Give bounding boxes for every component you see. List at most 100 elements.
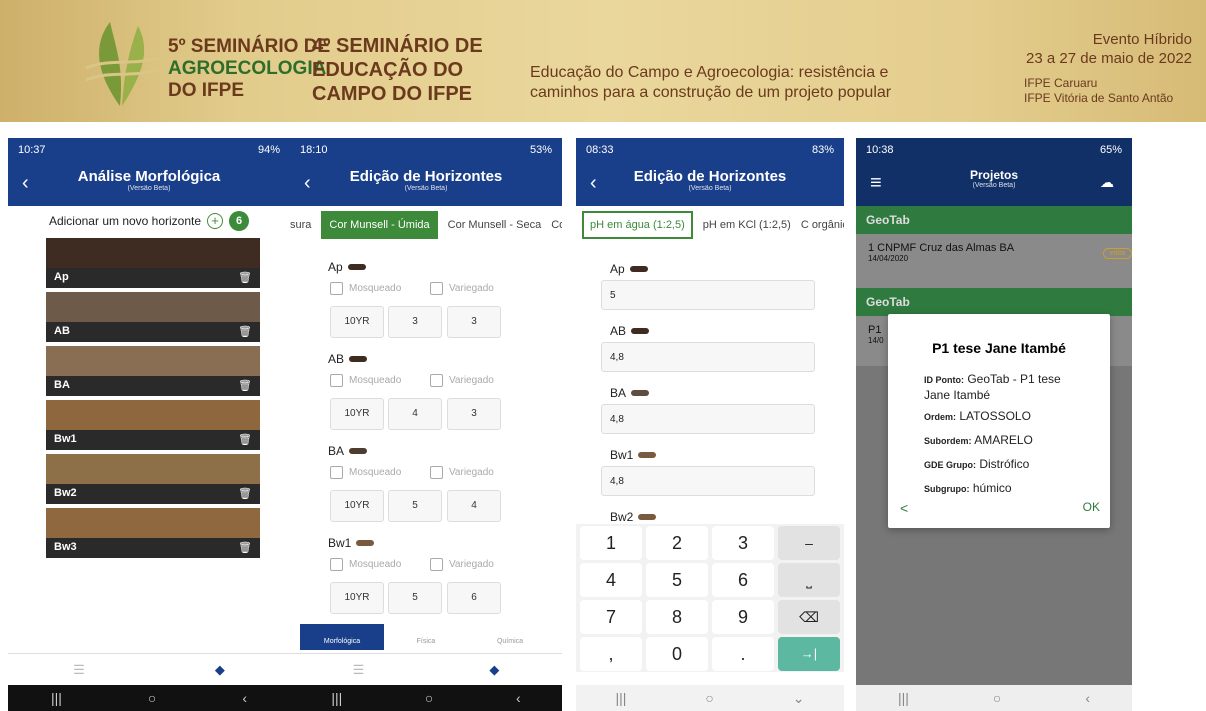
ph-value-field[interactable]: 4,8 — [601, 342, 815, 372]
share-icon[interactable]: < — [900, 500, 908, 516]
tab-ph-agua[interactable]: pH em água (1:2,5) — [582, 211, 693, 239]
munsell-hue-field[interactable]: 10YR — [330, 490, 384, 522]
checkbox-box[interactable] — [330, 374, 343, 387]
home-icon[interactable]: ○ — [993, 690, 1001, 706]
add-icon[interactable]: + — [207, 213, 224, 229]
chevron-down-icon[interactable]: ⌄ — [793, 690, 805, 707]
list-icon[interactable]: ☰ — [73, 662, 85, 678]
mosq-label: Mosqueado — [349, 283, 402, 294]
tab-morfologica[interactable]: Morfológica — [300, 624, 384, 650]
seminar4-title: 4º SEMINÁRIO DE EDUCAÇÃO DO CAMPO DO IFPE — [312, 35, 483, 105]
mosqueado-checkbox[interactable]: Mosqueado — [330, 466, 401, 479]
key-5[interactable]: 5 — [646, 563, 708, 597]
checkbox-box[interactable] — [430, 558, 443, 571]
munsell-c-field[interactable]: 6 — [447, 582, 501, 614]
add-horizon-row[interactable]: Adicionar um novo horizonte + 6 — [8, 206, 290, 236]
event-banner: 5º SEMINÁRIO DE AGROECOLOGIA DO IFPE 4º SE… — [0, 0, 1206, 122]
key-9[interactable]: 8 — [646, 600, 708, 634]
key-0[interactable]: 1 — [580, 526, 642, 560]
trash-icon[interactable]: 🗑 — [238, 433, 252, 447]
recents-icon[interactable]: ||| — [898, 690, 909, 706]
app-bar: ≡ Projetos (Versão Beta) ☁ — [856, 162, 1132, 206]
list-icon[interactable]: ☰ — [353, 662, 365, 678]
horizon-card[interactable]: BA 🗑 — [46, 346, 260, 396]
key-8[interactable]: 7 — [580, 600, 642, 634]
checkbox-box[interactable] — [330, 558, 343, 571]
key-2[interactable]: 3 — [712, 526, 774, 560]
recents-icon[interactable]: ||| — [615, 690, 626, 706]
key-7[interactable]: ⎵ — [778, 563, 840, 597]
trash-icon[interactable]: 🗑 — [238, 541, 252, 555]
cloud-icon[interactable]: ☁ — [1100, 174, 1114, 191]
key-6[interactable]: 6 — [712, 563, 774, 597]
ph-value-field[interactable]: 4,8 — [601, 404, 815, 434]
tab-cor[interactable]: Cor — [551, 219, 562, 231]
munsell-v-field[interactable]: 5 — [388, 582, 442, 614]
home-icon[interactable]: ○ — [425, 690, 433, 706]
trash-icon[interactable]: 🗑 — [238, 325, 252, 339]
tab-fisica[interactable]: Física — [384, 624, 468, 650]
checkbox-box[interactable] — [330, 282, 343, 295]
layers-icon[interactable]: ◆ — [489, 662, 499, 678]
tab-partial[interactable]: sura — [290, 219, 311, 231]
tab-munsell-umida[interactable]: Cor Munsell - Úmida — [321, 211, 438, 239]
home-icon[interactable]: ○ — [148, 690, 156, 706]
variegado-checkbox[interactable]: Variegado — [430, 374, 494, 387]
key-12[interactable]: , — [580, 637, 642, 671]
ph-value-field[interactable]: 5 — [601, 280, 815, 310]
mosqueado-checkbox[interactable]: Mosqueado — [330, 374, 401, 387]
horizon-card[interactable]: AB 🗑 — [46, 292, 260, 342]
back-icon[interactable]: ‹ — [242, 690, 247, 706]
home-icon[interactable]: ○ — [705, 690, 713, 706]
key-14[interactable]: . — [712, 637, 774, 671]
mosqueado-checkbox[interactable]: Mosqueado — [330, 282, 401, 295]
trash-icon[interactable]: 🗑 — [238, 271, 252, 285]
tab-c-organico[interactable]: C orgânico — [801, 219, 844, 231]
key-15[interactable]: →| — [778, 637, 840, 671]
horizon-name: Ap — [610, 262, 625, 276]
horizon-color-swatch — [631, 328, 650, 334]
trash-icon[interactable]: 🗑 — [238, 487, 252, 501]
munsell-v-field[interactable]: 4 — [388, 398, 442, 430]
recents-icon[interactable]: ||| — [331, 690, 342, 706]
layers-icon[interactable]: ◆ — [215, 662, 225, 678]
checkbox-box[interactable] — [430, 282, 443, 295]
trash-icon[interactable]: 🗑 — [238, 379, 252, 393]
mosqueado-checkbox[interactable]: Mosqueado — [330, 558, 401, 571]
checkbox-box[interactable] — [330, 466, 343, 479]
tab-quimica[interactable]: Química — [468, 624, 552, 650]
horizon-card[interactable]: Bw2 🗑 — [46, 454, 260, 504]
munsell-c-field[interactable]: 3 — [447, 306, 501, 338]
project-item[interactable]: 1 CNPMF Cruz das Almas BA 14/04/2020 edit… — [856, 234, 1132, 288]
key-4[interactable]: 4 — [580, 563, 642, 597]
horizon-card[interactable]: Bw3 🗑 — [46, 508, 260, 558]
back-icon[interactable]: ‹ — [1085, 690, 1090, 706]
tab-munsell-seca[interactable]: Cor Munsell - Seca — [448, 219, 542, 231]
key-1[interactable]: 2 — [646, 526, 708, 560]
key-11[interactable]: ⌫ — [778, 600, 840, 634]
horizon-card[interactable]: Bw1 🗑 — [46, 400, 260, 450]
tab-ph-kcl[interactable]: pH em KCl (1:2,5) — [703, 219, 791, 231]
key-13[interactable]: 0 — [646, 637, 708, 671]
recents-icon[interactable]: ||| — [51, 690, 62, 706]
edit-badge[interactable]: edita — [1102, 248, 1132, 259]
munsell-hue-field[interactable]: 10YR — [330, 306, 384, 338]
key-10[interactable]: 9 — [712, 600, 774, 634]
munsell-hue-field[interactable]: 10YR — [330, 582, 384, 614]
back-icon[interactable]: ‹ — [516, 690, 521, 706]
munsell-c-field[interactable]: 3 — [447, 398, 501, 430]
checkbox-box[interactable] — [430, 374, 443, 387]
ok-button[interactable]: OK — [1083, 500, 1100, 514]
munsell-c-field[interactable]: 4 — [447, 490, 501, 522]
variegado-checkbox[interactable]: Variegado — [430, 558, 494, 571]
variegado-checkbox[interactable]: Variegado — [430, 282, 494, 295]
variegado-checkbox[interactable]: Variegado — [430, 466, 494, 479]
horizon-card[interactable]: Ap 🗑 — [46, 238, 260, 288]
munsell-hue-field[interactable]: 10YR — [330, 398, 384, 430]
app-bar: ‹ Edição de Horizontes (Versão Beta) — [290, 162, 562, 206]
munsell-v-field[interactable]: 3 — [388, 306, 442, 338]
munsell-v-field[interactable]: 5 — [388, 490, 442, 522]
checkbox-box[interactable] — [430, 466, 443, 479]
ph-value-field[interactable]: 4,8 — [601, 466, 815, 496]
key-3[interactable]: – — [778, 526, 840, 560]
